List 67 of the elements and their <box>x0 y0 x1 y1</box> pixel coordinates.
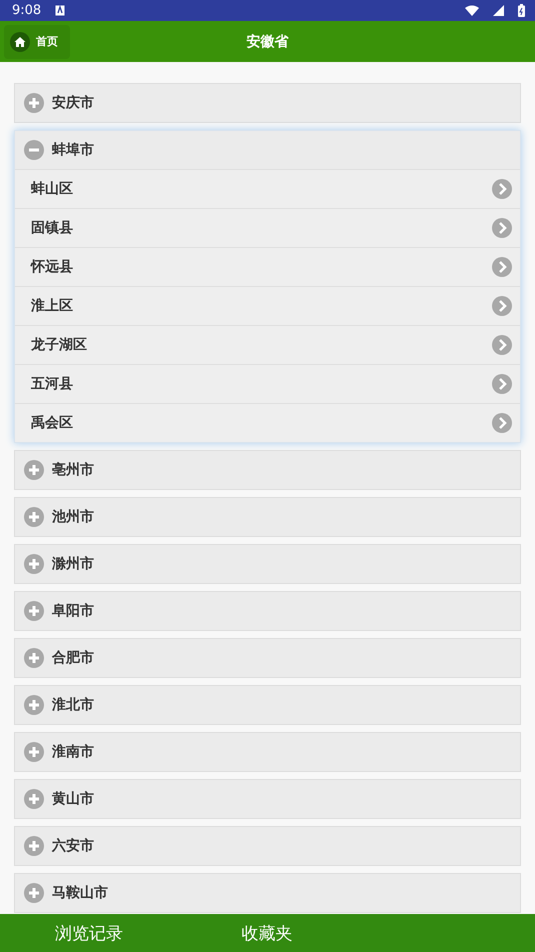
city-name: 淮南市 <box>52 743 94 761</box>
district-name: 五河县 <box>31 375 73 393</box>
chevron-right-icon[interactable] <box>492 413 512 433</box>
chevron-right-icon[interactable] <box>492 374 512 394</box>
city-name: 黄山市 <box>52 790 94 808</box>
city-name: 六安市 <box>52 837 94 855</box>
district-item[interactable]: 淮上区 <box>15 286 520 325</box>
chevron-right-icon[interactable] <box>492 179 512 199</box>
city-name: 阜阳市 <box>52 602 94 620</box>
plus-icon[interactable] <box>24 554 44 574</box>
city-header[interactable]: 滁州市 <box>15 545 520 583</box>
city-header[interactable]: 合肥市 <box>15 639 520 677</box>
plus-icon[interactable] <box>24 883 44 903</box>
district-item[interactable]: 固镇县 <box>15 208 520 247</box>
keyboard-icon <box>55 5 66 16</box>
city-name: 亳州市 <box>52 461 94 479</box>
city-name: 合肥市 <box>52 649 94 667</box>
city-name: 淮北市 <box>52 696 94 714</box>
city-header[interactable]: 六安市 <box>15 827 520 865</box>
plus-icon[interactable] <box>24 507 44 527</box>
city-name: 池州市 <box>52 508 94 526</box>
district-item[interactable]: 蚌山区 <box>15 169 520 208</box>
city-header[interactable]: 黄山市 <box>15 780 520 818</box>
district-item[interactable]: 怀远县 <box>15 247 520 286</box>
district-name: 禹会区 <box>31 414 73 432</box>
home-icon <box>14 36 26 48</box>
city-header[interactable]: 淮北市 <box>15 686 520 724</box>
signal-icon <box>493 5 504 16</box>
city-header[interactable]: 蚌埠市 <box>15 131 520 169</box>
chevron-right-icon[interactable] <box>492 257 512 277</box>
status-time: 9:08 <box>12 3 42 18</box>
city-header[interactable]: 亳州市 <box>15 451 520 489</box>
city-name: 蚌埠市 <box>52 141 94 159</box>
district-name: 淮上区 <box>31 297 73 315</box>
city-header[interactable]: 安庆市 <box>15 84 520 122</box>
city-header[interactable]: 池州市 <box>15 498 520 536</box>
chevron-right-icon[interactable] <box>492 218 512 238</box>
battery-icon <box>518 4 525 17</box>
plus-icon[interactable] <box>24 836 44 856</box>
plus-icon[interactable] <box>24 789 44 809</box>
plus-icon[interactable] <box>24 93 44 113</box>
plus-icon[interactable] <box>24 695 44 715</box>
nav-item[interactable]: 浏览记录 <box>0 914 178 952</box>
chevron-right-icon[interactable] <box>492 335 512 355</box>
district-name: 怀远县 <box>31 258 73 276</box>
chevron-right-icon[interactable] <box>492 296 512 316</box>
city-header[interactable]: 马鞍山市 <box>15 874 520 912</box>
district-item[interactable]: 禹会区 <box>15 403 520 442</box>
city-name: 滁州市 <box>52 555 94 573</box>
city-name: 安庆市 <box>52 94 94 112</box>
nav-item[interactable]: 收藏夹 <box>178 914 356 952</box>
wifi-icon <box>465 5 479 16</box>
plus-icon[interactable] <box>24 648 44 668</box>
minus-icon[interactable] <box>24 140 44 160</box>
district-name: 龙子湖区 <box>31 336 87 354</box>
plus-icon[interactable] <box>24 742 44 762</box>
district-name: 固镇县 <box>31 219 73 237</box>
city-header[interactable]: 淮南市 <box>15 733 520 771</box>
district-item[interactable]: 五河县 <box>15 364 520 403</box>
plus-icon[interactable] <box>24 460 44 480</box>
city-header[interactable]: 阜阳市 <box>15 592 520 630</box>
district-name: 蚌山区 <box>31 180 73 198</box>
city-name: 马鞍山市 <box>52 884 108 902</box>
district-item[interactable]: 龙子湖区 <box>15 325 520 364</box>
page-title: 安徽省 <box>246 32 288 50</box>
plus-icon[interactable] <box>24 601 44 621</box>
home-button[interactable]: 首页 <box>4 24 70 58</box>
